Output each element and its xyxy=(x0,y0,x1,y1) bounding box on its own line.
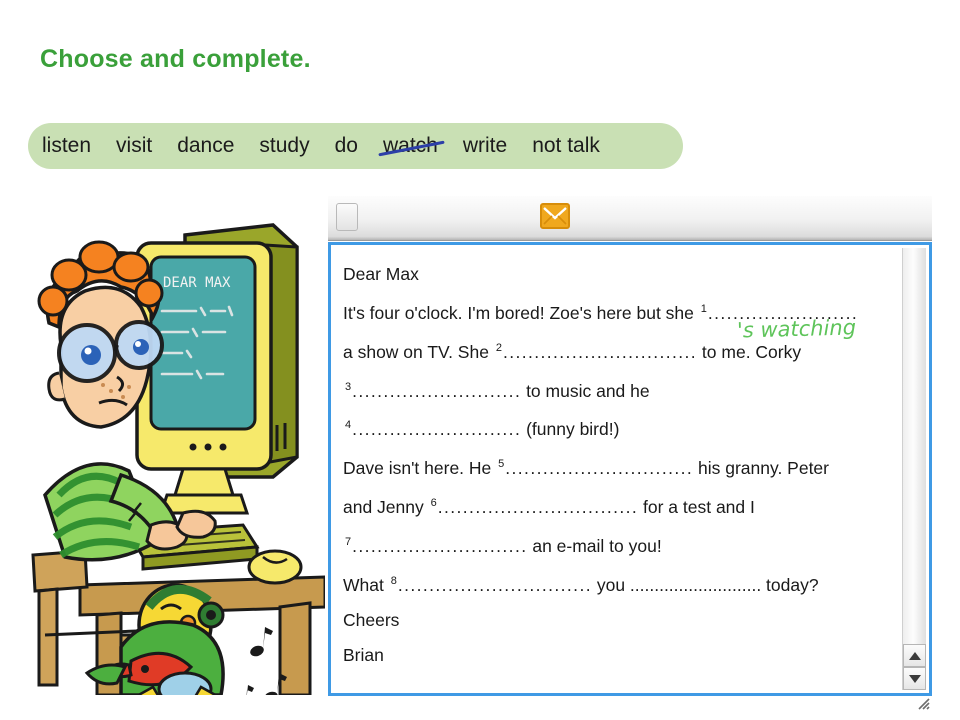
envelope-icon xyxy=(540,203,570,229)
illustration-boy-at-computer: DEAR MAX xyxy=(25,195,325,695)
monitor-screen-text: DEAR MAX xyxy=(163,275,231,291)
blank-4[interactable]: ........................... xyxy=(352,419,521,439)
email-body: Dear Max It's four o'clock. I'm bored! Z… xyxy=(328,242,932,696)
blank-5[interactable]: .............................. xyxy=(505,458,693,478)
email-line-10: Cheers xyxy=(343,609,400,630)
word-bank-item-do[interactable]: do xyxy=(335,134,358,158)
word-bank-item-dance[interactable]: dance xyxy=(177,134,234,158)
blank-8[interactable]: ............................... xyxy=(398,575,592,595)
triangle-down-icon xyxy=(908,674,921,683)
word-bank-item-visit[interactable]: visit xyxy=(116,134,152,158)
scrollbar-track[interactable] xyxy=(903,248,926,644)
email-line-4: 3........................... to music an… xyxy=(345,380,650,401)
scroll-down-arrow[interactable] xyxy=(903,667,926,690)
email-line-11: Brian xyxy=(343,644,384,665)
blank-3[interactable]: ........................... xyxy=(352,380,521,400)
word-bank-item-not-talk[interactable]: not talk xyxy=(532,134,600,158)
email-toolbar xyxy=(328,196,932,241)
email-line-9: What 8............................... yo… xyxy=(343,574,819,595)
toolbar-button[interactable] xyxy=(336,203,358,231)
resize-grip[interactable] xyxy=(916,696,930,710)
email-line-5: 4........................... (funny bird… xyxy=(345,419,620,440)
word-bank-item-watch-struck[interactable]: watch xyxy=(383,134,438,158)
handwritten-answer-1: 's watching xyxy=(736,315,857,343)
email-line-1: Dear Max xyxy=(343,264,419,284)
email-line-8: 7............................ an e-mail … xyxy=(345,535,662,556)
email-window: Dear Max It's four o'clock. I'm bored! Z… xyxy=(328,196,932,710)
word-bank-item-write[interactable]: write xyxy=(463,134,507,158)
page-title: Choose and complete. xyxy=(40,45,311,73)
word-bank: listen visit dance study do watch write … xyxy=(28,123,683,169)
triangle-up-icon xyxy=(908,651,921,660)
word-bank-item-listen[interactable]: listen xyxy=(42,134,91,158)
blank-7[interactable]: ............................ xyxy=(352,536,527,556)
scroll-up-arrow[interactable] xyxy=(903,644,926,667)
vertical-scrollbar[interactable] xyxy=(902,248,926,690)
blank-2[interactable]: ............................... xyxy=(503,342,697,362)
word-bank-item-study[interactable]: study xyxy=(259,134,309,158)
email-line-7: and Jenny 6.............................… xyxy=(343,496,755,517)
blank-6[interactable]: ................................ xyxy=(438,497,638,517)
email-line-6: Dave isn't here. He 5...................… xyxy=(343,458,829,479)
